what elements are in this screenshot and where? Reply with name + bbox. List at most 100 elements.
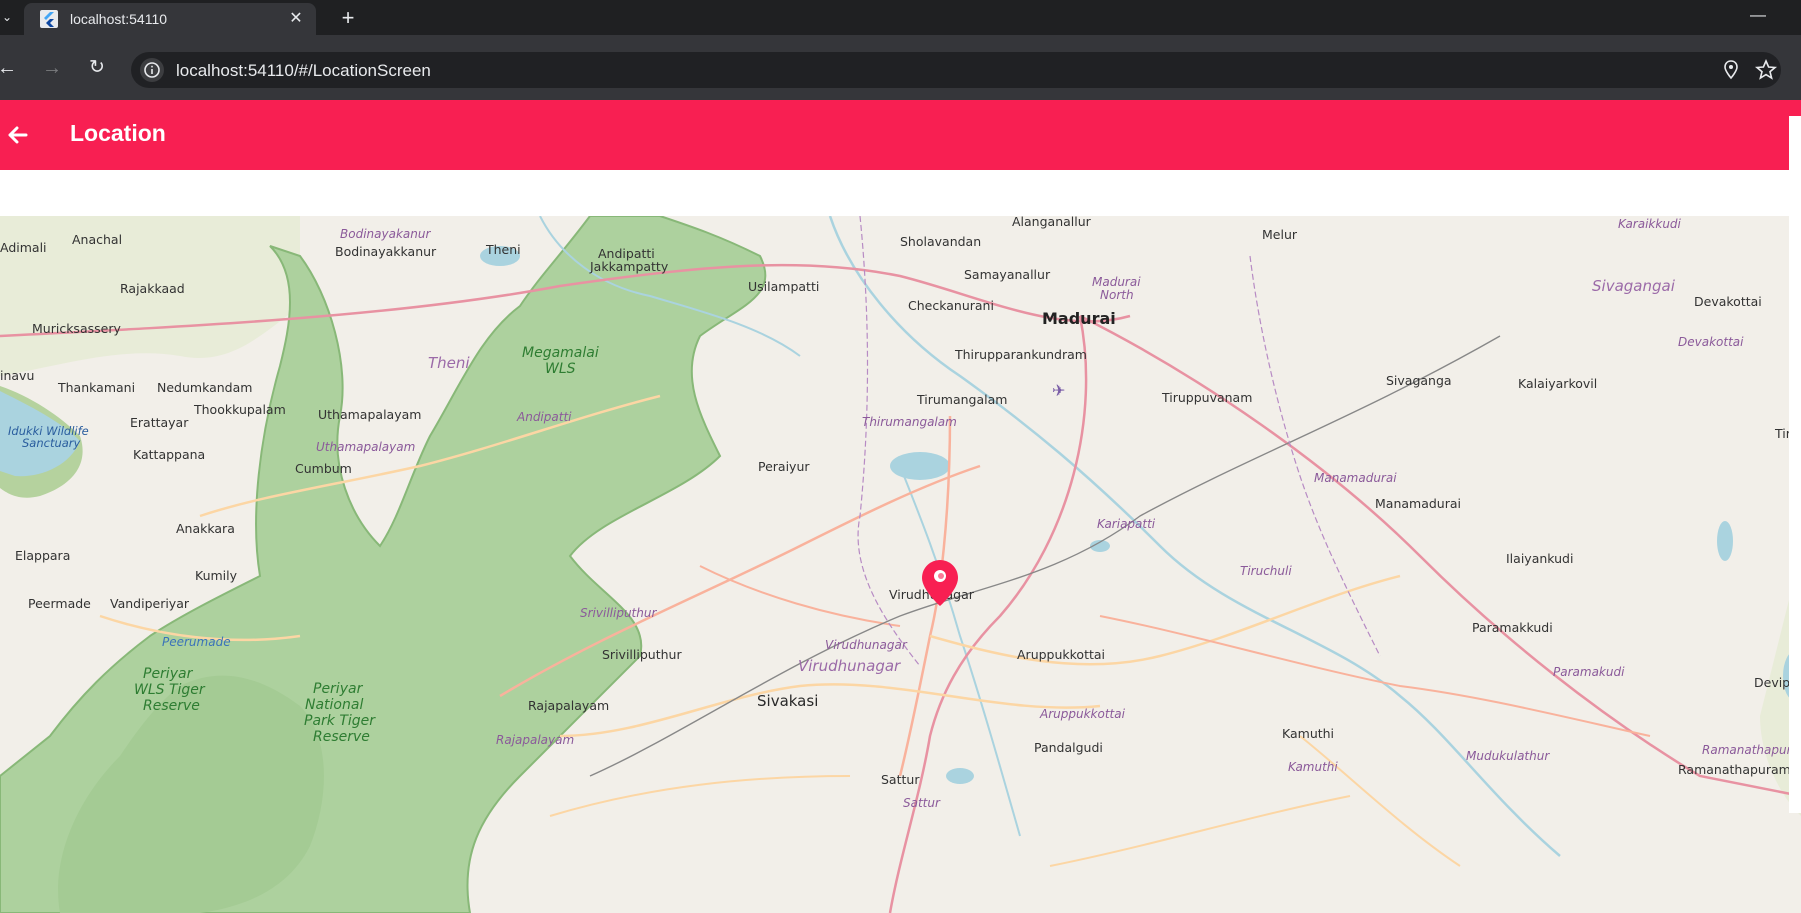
place-label: Kamuthi [1288, 760, 1338, 774]
place-label: Peerumade [162, 635, 231, 649]
map-view[interactable]: ✈ Alanganallur Melur Karaikkudi Adimali … [0, 216, 1801, 913]
place-label: Vandiperiyar [110, 596, 190, 611]
district-boundary [1249, 255, 1381, 657]
place-label: Sattur [881, 772, 920, 787]
place-label: Kattappana [133, 447, 205, 462]
place-label: Sivaganga [1386, 373, 1452, 388]
place-label: Sattur [903, 796, 941, 810]
place-label: Theni [428, 354, 470, 372]
place-label: Aruppukkottai [1017, 647, 1105, 662]
lake [1717, 521, 1733, 561]
place-label: Pandalgudi [1034, 740, 1103, 755]
place-label: Usilampatti [748, 279, 819, 294]
place-label: Megamalai [522, 345, 599, 361]
place-label: Melur [1262, 227, 1298, 242]
app-bar: Location [0, 100, 1801, 170]
place-label: Sivakasi [757, 692, 818, 710]
place-label: Virudhunagar [798, 657, 901, 675]
place-label: WLS [545, 361, 576, 377]
place-label: inavu [0, 368, 34, 383]
place-label: Rajapalayam [496, 733, 574, 747]
place-label: Paramakkudi [1472, 620, 1553, 635]
place-label: Sivagangai [1592, 277, 1676, 295]
place-label: Park Tiger [304, 713, 376, 729]
close-icon[interactable]: ✕ [286, 9, 306, 29]
place-label: Nedumkandam [157, 380, 252, 395]
place-label: Reserve [143, 698, 200, 714]
place-label: Madurai [1042, 309, 1116, 328]
back-arrow-icon[interactable]: ← [0, 53, 22, 83]
tab-dropdown-icon[interactable]: ⌄ [0, 8, 14, 26]
place-label: Jakkampatty [589, 259, 669, 274]
lake [946, 768, 974, 784]
place-label: Srivilliputhur [580, 606, 657, 620]
place-label: Theni [485, 242, 521, 257]
address-bar[interactable]: localhost:54110/#/LocationScreen [131, 52, 1781, 88]
back-arrow-icon[interactable] [2, 120, 32, 150]
highway [1079, 314, 1801, 798]
lake [890, 452, 950, 480]
map-tiles[interactable]: ✈ Alanganallur Melur Karaikkudi Adimali … [0, 216, 1801, 913]
forward-arrow-icon[interactable]: → [37, 53, 67, 83]
place-label: Erattayar [130, 415, 189, 430]
road [549, 775, 851, 817]
place-label: Kamuthi [1282, 726, 1334, 741]
place-label: Sholavandan [900, 234, 981, 249]
browser-tab[interactable]: localhost:54110 ✕ [24, 3, 316, 35]
place-label: Tiruchuli [1240, 564, 1292, 578]
place-label: Tiruppuvanam [1161, 390, 1252, 405]
place-label: Thookkupalam [193, 402, 286, 417]
place-label: Cumbum [295, 461, 352, 476]
site-info-icon[interactable] [140, 58, 164, 82]
place-label: Anakkara [176, 521, 235, 536]
app-screen: Location ✈ Alanganallur Melur Karaikkudi… [0, 100, 1801, 913]
place-label: Peraiyur [758, 459, 810, 474]
place-label: Devakottai [1694, 294, 1762, 309]
tab-title: localhost:54110 [70, 11, 168, 27]
place-label: Thirumangalam [862, 415, 957, 429]
place-label: Peermade [28, 596, 91, 611]
place-label: Rajapalayam [528, 698, 609, 713]
place-label: Uthamapalayam [316, 440, 415, 454]
place-label: Bodinayakanur [340, 227, 431, 241]
place-label: Periyar [313, 681, 364, 697]
place-label: Kumily [195, 568, 238, 583]
place-label: Rajakkaad [120, 281, 185, 296]
url-text[interactable]: localhost:54110/#/LocationScreen [176, 61, 431, 81]
place-label: Anachal [72, 232, 122, 247]
place-label: Aruppukkottai [1039, 707, 1126, 721]
place-label: Bodinayakkanur [335, 244, 437, 259]
place-label: Muricksassery [32, 321, 121, 336]
road [1049, 795, 1351, 867]
reload-icon[interactable]: ↻ [82, 53, 112, 83]
place-label: Devakottai [1678, 335, 1744, 349]
place-label: Andipatti [516, 410, 572, 424]
place-label: Manamadurai [1314, 471, 1397, 485]
plus-icon[interactable]: + [334, 4, 362, 32]
scrollbar[interactable] [1789, 116, 1801, 813]
airport-icon: ✈ [1052, 381, 1065, 400]
place-label: Alanganallur [1012, 216, 1092, 229]
page-title: Location [70, 120, 166, 146]
minimize-icon[interactable]: — [1743, 4, 1773, 28]
place-label: Ilaiyankudi [1506, 551, 1573, 566]
place-label: Thankamani [57, 380, 135, 395]
star-icon[interactable] [1754, 58, 1778, 82]
place-label: Sanctuary [22, 436, 81, 450]
place-label: Thirupparankundram [954, 347, 1087, 362]
place-label: WLS Tiger [134, 682, 206, 698]
place-label: Kariapatti [1097, 517, 1156, 531]
place-label: Periyar [143, 666, 194, 682]
place-label: Elappara [15, 548, 70, 563]
place-label: Ramanathapuram [1678, 762, 1791, 777]
flutter-favicon [40, 10, 58, 28]
place-label: Madurai [1092, 275, 1141, 289]
place-label: Karaikkudi [1618, 217, 1682, 231]
place-label: Ramanathapuram [1702, 743, 1801, 757]
location-pin-icon[interactable] [1719, 58, 1743, 82]
place-label: Mudukulathur [1466, 749, 1550, 763]
place-label: Manamadurai [1375, 496, 1461, 511]
place-label: Uthamapalayam [318, 407, 421, 422]
place-label: Reserve [313, 729, 370, 745]
place-label: Srivilliputhur [602, 647, 682, 662]
